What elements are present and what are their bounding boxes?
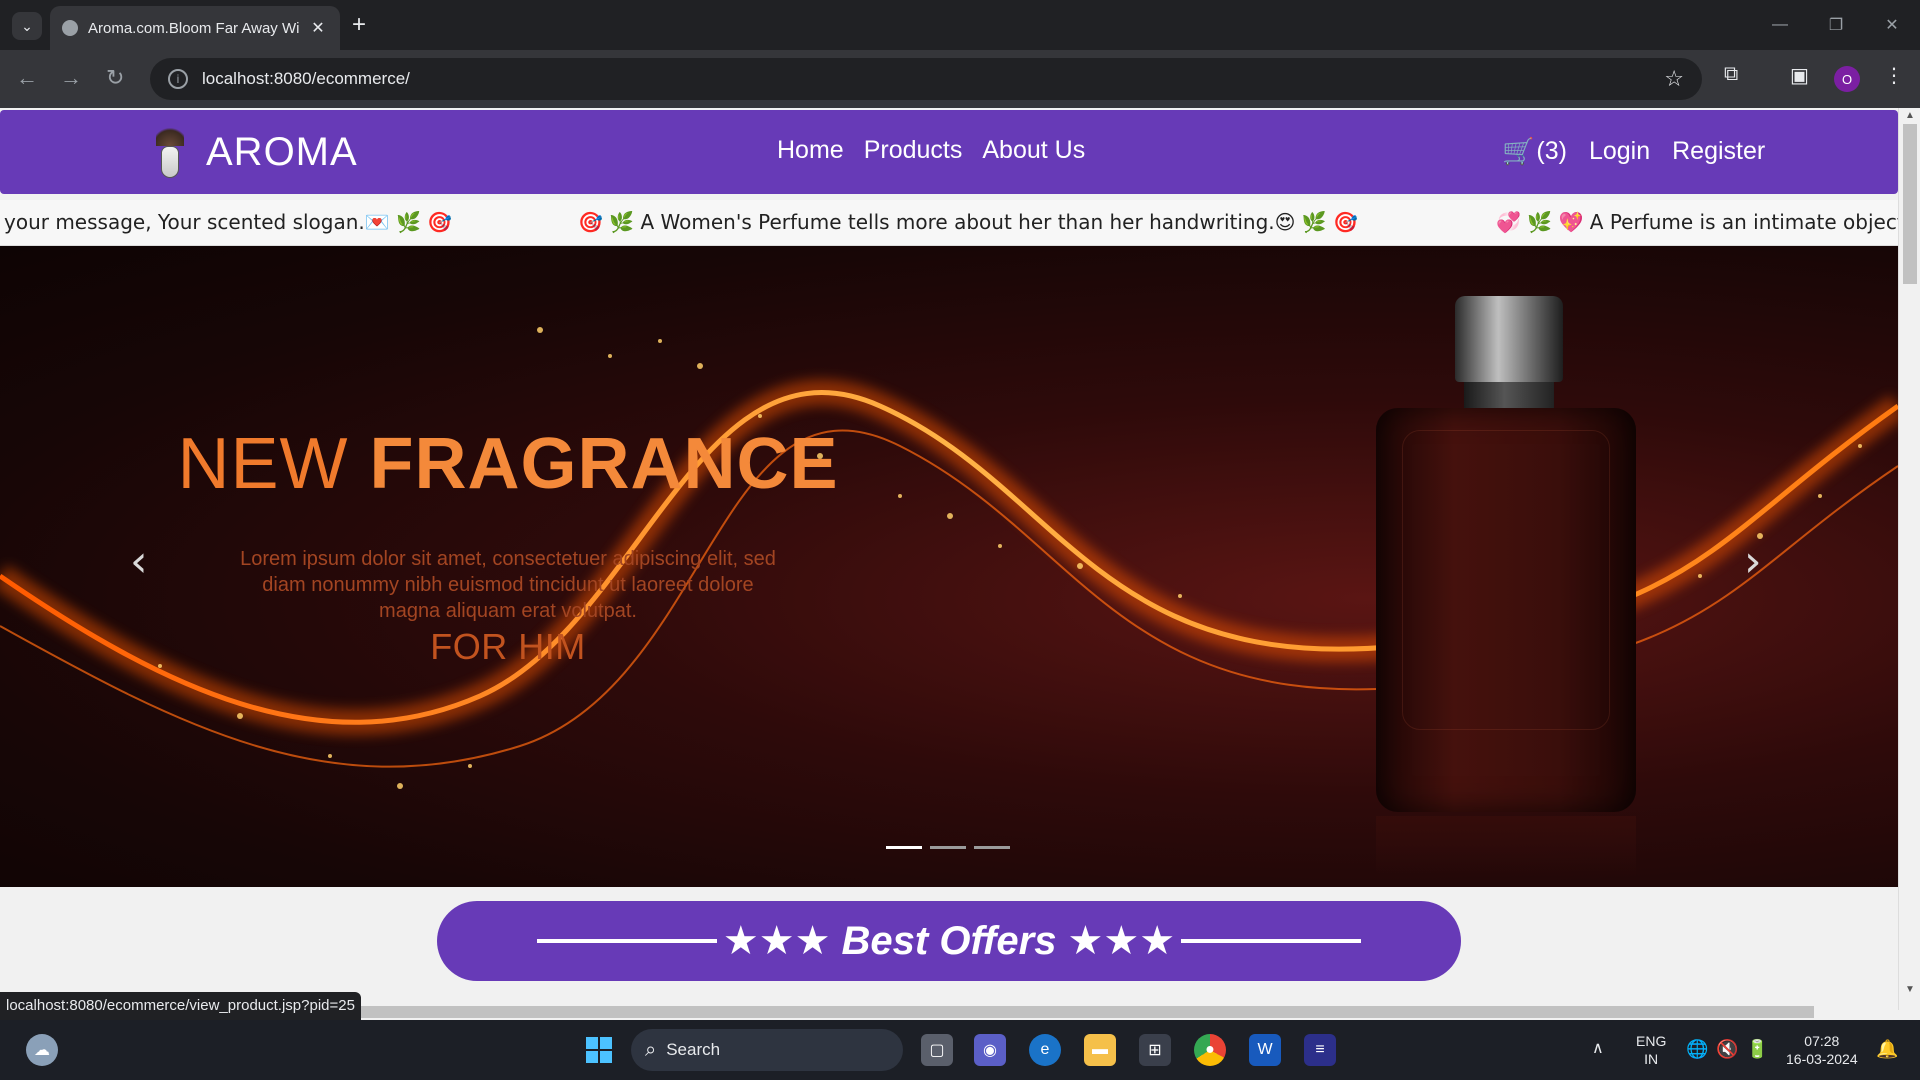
scroll-thumb[interactable] [1903, 124, 1917, 284]
tab-title: Aroma.com.Bloom Far Away Wi [88, 19, 300, 37]
taskbar-search-label: Search [666, 1040, 721, 1059]
nav-home-link[interactable]: Home [777, 136, 844, 165]
best-offers-title: ★★★ Best Offers ★★★ [722, 919, 1176, 963]
file-explorer-icon[interactable]: ▬ [1084, 1034, 1116, 1066]
extensions-icon[interactable]: ⧉ [1724, 63, 1738, 86]
battery-icon[interactable]: 🔋 [1746, 1040, 1768, 1058]
main-menu: Home Products About Us [777, 136, 1085, 165]
bookmark-star-icon[interactable]: ☆ [1664, 66, 1684, 92]
profile-avatar[interactable]: O [1834, 66, 1860, 92]
lang-bottom: IN [1644, 1051, 1659, 1067]
start-windows-icon[interactable] [583, 1034, 615, 1066]
forward-icon[interactable]: → [60, 66, 82, 90]
carousel-indicator[interactable] [930, 846, 966, 849]
page-viewport: AROMA Home Products About Us 🛒 (3) Login… [0, 108, 1920, 1020]
url-text: localhost:8080/ecommerce/ [202, 69, 410, 88]
network-icon[interactable]: 🌐 [1686, 1040, 1708, 1058]
minimize-button[interactable]: — [1752, 0, 1808, 50]
perfume-bottle-image [1376, 296, 1636, 876]
slogan-marquee: your message, Your scented slogan.💌 🌿 🎯 … [0, 200, 1898, 246]
divider-line [536, 939, 717, 943]
window-controls: — ❐ ✕ [1752, 0, 1920, 50]
close-tab-icon[interactable]: ✕ [308, 18, 328, 38]
windows-taskbar: ☁ ⌕ Search ▢ ◉ e ▬ ⊞ ● W ≡ ∧ ENG IN 🌐 🔇 … [0, 1020, 1920, 1080]
hero-subtitle: FOR HIM [430, 626, 586, 667]
hscroll-thumb[interactable] [356, 1006, 1814, 1018]
register-link[interactable]: Register [1672, 137, 1765, 166]
carousel-prev-icon[interactable]: ‹ [130, 540, 148, 584]
site-navbar: AROMA Home Products About Us 🛒 (3) Login… [0, 110, 1898, 194]
brand-name: AROMA [206, 129, 358, 174]
close-window-button[interactable]: ✕ [1864, 0, 1920, 50]
best-offers-banner: ★★★ Best Offers ★★★ [437, 901, 1461, 981]
marquee-item: 🎯 🌿 A Women's Perfume tells more about h… [578, 210, 1358, 234]
login-link[interactable]: Login [1589, 137, 1650, 166]
menu-kebab-icon[interactable]: ⋮ [1884, 63, 1904, 88]
browser-tab[interactable]: Aroma.com.Bloom Far Away Wi ✕ [50, 6, 340, 50]
hero-carousel: NEW FRAGRANCE Lorem ipsum dolor sit amet… [0, 246, 1898, 887]
notifications-bell-icon[interactable]: 🔔 [1876, 1040, 1898, 1058]
weather-icon[interactable]: ☁ [26, 1034, 58, 1066]
cart-icon: 🛒 [1502, 136, 1535, 166]
clock[interactable]: 07:28 16-03-2024 [1786, 1032, 1858, 1068]
nav-products-link[interactable]: Products [864, 136, 963, 165]
teams-icon[interactable]: ◉ [974, 1034, 1006, 1066]
taskbar-search[interactable]: ⌕ Search [631, 1029, 903, 1071]
divider-line [1181, 939, 1362, 943]
vertical-scrollbar[interactable]: ▲ ▼ [1898, 108, 1920, 1010]
task-view-icon[interactable]: ▢ [921, 1034, 953, 1066]
chrome-icon[interactable]: ● [1194, 1034, 1226, 1066]
search-icon: ⌕ [645, 1038, 657, 1061]
browser-titlebar: ⌄ Aroma.com.Bloom Far Away Wi ✕ + — ❐ ✕ [0, 0, 1920, 50]
auth-menu: 🛒 (3) Login Register [1502, 136, 1765, 167]
carousel-indicator[interactable] [974, 846, 1010, 849]
address-bar[interactable]: i localhost:8080/ecommerce/ ☆ [150, 58, 1702, 100]
restore-button[interactable]: ❐ [1808, 0, 1864, 50]
hero-title: NEW FRAGRANCE [0, 424, 1016, 504]
eclipse-icon[interactable]: ≡ [1304, 1034, 1336, 1066]
language-indicator[interactable]: ENG IN [1636, 1032, 1666, 1068]
cart-link[interactable]: 🛒 (3) [1502, 136, 1567, 167]
status-bar-url: localhost:8080/ecommerce/view_product.js… [0, 992, 361, 1020]
scroll-down-icon[interactable]: ▼ [1905, 984, 1915, 995]
browser-toolbar: ← → ↻ i localhost:8080/ecommerce/ ☆ ⧉ ▣ … [0, 50, 1920, 108]
edge-icon[interactable]: e [1029, 1034, 1061, 1066]
clock-time: 07:28 [1804, 1033, 1840, 1049]
volume-muted-icon[interactable]: 🔇 [1716, 1040, 1738, 1058]
marquee-item: your message, Your scented slogan.💌 🌿 🎯 [4, 210, 453, 234]
marquee-item: 💞 🌿 💖 A Perfume is an intimate object [1496, 210, 1898, 234]
word-icon[interactable]: W [1249, 1034, 1281, 1066]
carousel-next-icon[interactable]: › [1744, 540, 1762, 584]
hero-title-bold: FRAGRANCE [369, 424, 839, 504]
carousel-indicator[interactable] [886, 846, 922, 849]
nav-about-link[interactable]: About Us [982, 136, 1085, 165]
scroll-up-icon[interactable]: ▲ [1905, 110, 1915, 121]
globe-icon [62, 20, 78, 36]
new-tab-button[interactable]: + [352, 12, 366, 38]
hero-title-light: NEW [177, 424, 349, 504]
back-icon[interactable]: ← [16, 66, 38, 90]
side-panel-icon[interactable]: ▣ [1790, 63, 1809, 88]
reload-icon[interactable]: ↻ [106, 66, 124, 90]
lang-top: ENG [1636, 1033, 1667, 1049]
carousel-indicators [886, 846, 1010, 849]
clock-date: 16-03-2024 [1786, 1051, 1858, 1067]
hero-description: Lorem ipsum dolor sit amet, consectetuer… [240, 548, 776, 622]
show-hidden-icons[interactable]: ∧ [1592, 1040, 1604, 1058]
cart-count: (3) [1536, 137, 1567, 165]
brand[interactable]: AROMA [150, 124, 358, 180]
site-info-icon[interactable]: i [168, 69, 188, 89]
perfume-logo-icon [150, 124, 190, 180]
ms-store-icon[interactable]: ⊞ [1139, 1034, 1171, 1066]
tab-search-button[interactable]: ⌄ [12, 12, 42, 40]
